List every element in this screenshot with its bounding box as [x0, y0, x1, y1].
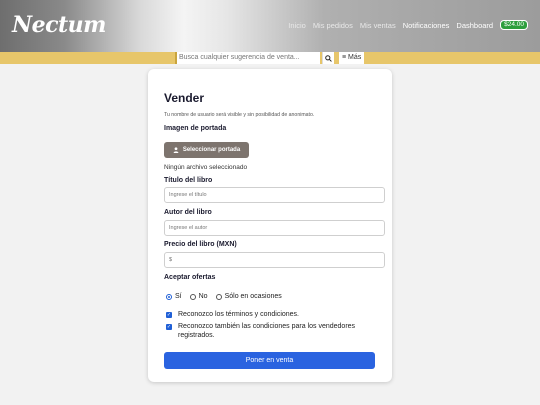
main-nav: Inicio Mis pedidos Mis ventas Notificaci…: [288, 20, 528, 30]
price-input[interactable]: $: [164, 252, 385, 268]
user-icon: [173, 147, 179, 153]
site-logo[interactable]: Nectum: [12, 12, 106, 38]
author-label: Autor del libro: [164, 209, 212, 216]
nav-notifications[interactable]: Notificaciones: [403, 21, 450, 30]
terms-checkbox[interactable]: ✓ Reconozco los términos y condiciones.: [166, 310, 299, 319]
more-menu-button[interactable]: ≡ Más: [339, 52, 365, 64]
author-input[interactable]: Ingrese el autor: [164, 220, 385, 236]
nav-dashboard[interactable]: Dashboard: [456, 21, 493, 30]
form-subtitle: Tu nombre de usuario será visible y sin …: [164, 112, 315, 118]
offer-option-yes[interactable]: Sí: [166, 293, 182, 300]
submit-sell-button[interactable]: Poner en venta: [164, 352, 375, 369]
nav-orders[interactable]: Mis pedidos: [313, 21, 353, 30]
balance-badge[interactable]: $24.00: [500, 20, 528, 30]
search-button[interactable]: [322, 52, 334, 64]
select-cover-label: Seleccionar portada: [182, 147, 241, 153]
title-input[interactable]: Ingrese el título: [164, 187, 385, 203]
nav-home[interactable]: Inicio: [288, 21, 306, 30]
search-icon: [325, 54, 332, 62]
cover-label: Imagen de portada: [164, 125, 227, 132]
offer-option-sometimes-label: Sólo en ocasiones: [224, 293, 282, 300]
title-label: Título del libro: [164, 177, 213, 184]
select-cover-button[interactable]: Seleccionar portada: [164, 142, 249, 158]
offer-option-sometimes[interactable]: Sólo en ocasiones: [215, 293, 282, 300]
form-title: Vender: [164, 91, 205, 105]
sell-form-card: Vender Tu nombre de usuario será visible…: [148, 69, 392, 382]
top-header: Nectum Inicio Mis pedidos Mis ventas Not…: [0, 0, 540, 52]
radio-icon: [215, 293, 222, 300]
radio-selected-icon: [166, 293, 172, 300]
search-input[interactable]: Busca cualquier sugerencia de venta...: [177, 52, 320, 64]
checkbox-checked-icon: ✓: [166, 324, 172, 330]
offer-option-yes-label: Sí: [175, 293, 182, 300]
radio-icon: [189, 293, 196, 300]
terms-label: Reconozco los términos y condiciones.: [178, 311, 300, 318]
seller-terms-checkbox[interactable]: ✓ Reconozco también las condiciones para…: [166, 322, 366, 340]
seller-terms-label: Reconozco también las condiciones para l…: [178, 323, 356, 339]
checkbox-checked-icon: ✓: [166, 312, 172, 318]
offer-option-no-label: No: [198, 293, 208, 300]
price-label: Precio del libro (MXN): [164, 241, 237, 248]
offers-label: Aceptar ofertas: [164, 274, 216, 281]
offers-radio-group: Sí No Sólo en ocasiones: [166, 293, 282, 300]
nav-sales[interactable]: Mis ventas: [360, 21, 396, 30]
offer-option-no[interactable]: No: [189, 293, 208, 300]
file-status: Ningún archivo seleccionado: [164, 164, 248, 171]
